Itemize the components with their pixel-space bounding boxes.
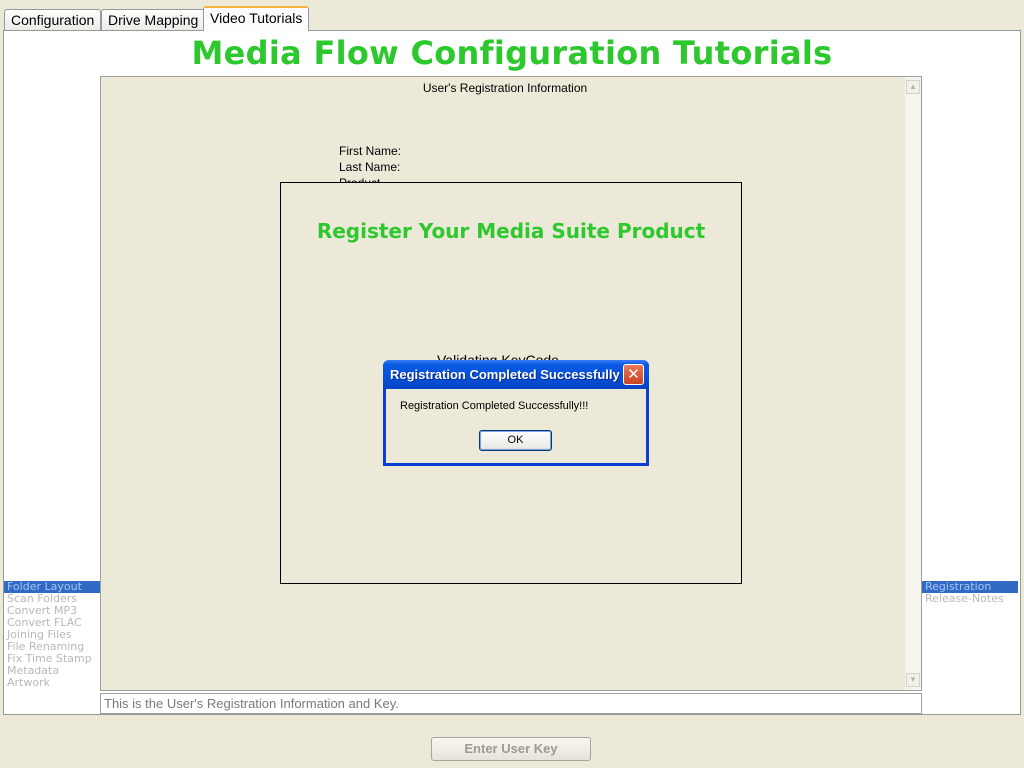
success-dialog: Registration Completed Successfully ✕ Re… [383, 360, 649, 466]
close-icon[interactable]: ✕ [623, 364, 644, 385]
tab-drive-mapping[interactable]: Drive Mapping [101, 9, 206, 30]
tab-configuration[interactable]: Configuration [4, 9, 102, 30]
scroll-up-icon[interactable]: ▲ [906, 80, 920, 94]
page-title: Media Flow Configuration Tutorials [191, 34, 833, 72]
registration-title: Register Your Media Suite Product [316, 219, 706, 243]
dialog-titlebar[interactable]: Registration Completed Successfully ✕ [383, 360, 649, 389]
tab-video-tutorials[interactable]: Video Tutorials [203, 6, 310, 31]
tab-strip: Configuration Drive Mapping Video Tutori… [0, 0, 1024, 31]
content-heading: User's Registration Information [422, 81, 588, 95]
ok-button[interactable]: OK [479, 430, 552, 451]
first-name-label: First Name: [339, 144, 402, 158]
last-name-label: Last Name: [339, 160, 401, 174]
scroll-down-icon[interactable]: ▼ [906, 673, 920, 687]
vertical-scrollbar[interactable]: ▲ ▼ [905, 77, 921, 690]
tutorial-list-left: Folder Layout Scan Folders Convert MP3 C… [4, 581, 100, 714]
tutorial-list-right: Registration Release-Notes [922, 581, 1018, 714]
status-description: This is the User's Registration Informat… [100, 693, 922, 714]
list-item[interactable]: Artwork [4, 677, 100, 689]
dialog-message: Registration Completed Successfully!!! [400, 400, 589, 412]
dialog-title: Registration Completed Successfully [390, 367, 620, 382]
enter-user-key-button[interactable]: Enter User Key [431, 737, 591, 761]
list-item[interactable]: Release-Notes [922, 593, 1018, 605]
